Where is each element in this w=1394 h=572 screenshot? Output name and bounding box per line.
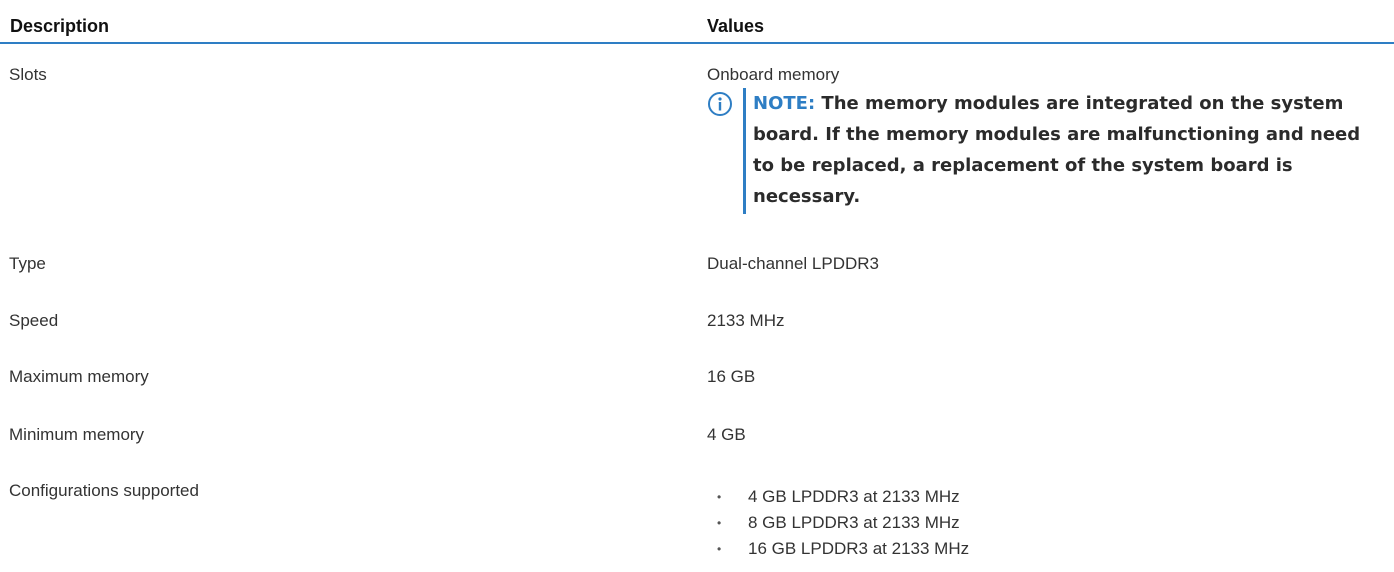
table-header: Description Values: [0, 0, 1394, 44]
note-label: NOTE:: [753, 93, 816, 114]
table-row: Slots Onboard memory NOTE: The memory mo…: [0, 64, 1394, 224]
info-icon: [707, 91, 733, 117]
bullet-icon: •: [717, 490, 722, 504]
list-item: • 16 GB LPDDR3 at 2133 MHz: [707, 536, 1307, 562]
table-row: Type Dual-channel LPDDR3: [0, 253, 1394, 279]
row-label-slots: Slots: [9, 65, 47, 84]
row-label-maximum-memory: Maximum memory: [9, 367, 149, 386]
list-item: • 8 GB LPDDR3 at 2133 MHz: [707, 510, 1307, 536]
row-label-minimum-memory: Minimum memory: [9, 425, 145, 444]
header-values: Values: [707, 16, 765, 36]
row-label-type: Type: [9, 254, 46, 273]
list-item: • 4 GB LPDDR3 at 2133 MHz: [707, 484, 1307, 510]
table-row: Maximum memory 16 GB: [0, 366, 1394, 392]
configuration-item: 8 GB LPDDR3 at 2133 MHz: [748, 513, 960, 532]
configuration-item: 16 GB LPDDR3 at 2133 MHz: [748, 539, 970, 558]
table-row: Minimum memory 4 GB: [0, 424, 1394, 450]
row-value-maximum-memory: 16 GB: [707, 367, 756, 386]
note-divider: [743, 88, 746, 214]
bullet-icon: •: [717, 516, 722, 530]
table-row: Speed 2133 MHz: [0, 310, 1394, 336]
row-value-minimum-memory: 4 GB: [707, 425, 746, 444]
row-value-type: Dual-channel LPDDR3: [707, 254, 879, 273]
note-block: NOTE: The memory modules are integrated …: [707, 88, 1367, 214]
row-label-speed: Speed: [9, 311, 59, 330]
bullet-icon: •: [717, 542, 722, 556]
row-value-slots: Onboard memory: [707, 65, 840, 84]
note-text: NOTE: The memory modules are integrated …: [753, 88, 1363, 212]
row-label-configurations: Configurations supported: [9, 481, 199, 500]
configurations-list: • 4 GB LPDDR3 at 2133 MHz • 8 GB LPDDR3 …: [707, 484, 1307, 562]
note-body: The memory modules are integrated on the…: [753, 93, 1361, 207]
row-value-speed: 2133 MHz: [707, 311, 785, 330]
header-description: Description: [10, 16, 110, 36]
memory-spec-table: Description Values Slots Onboard memory …: [0, 0, 1394, 558]
configuration-item: 4 GB LPDDR3 at 2133 MHz: [748, 487, 960, 506]
table-row: Configurations supported • 4 GB LPDDR3 a…: [0, 480, 1394, 570]
